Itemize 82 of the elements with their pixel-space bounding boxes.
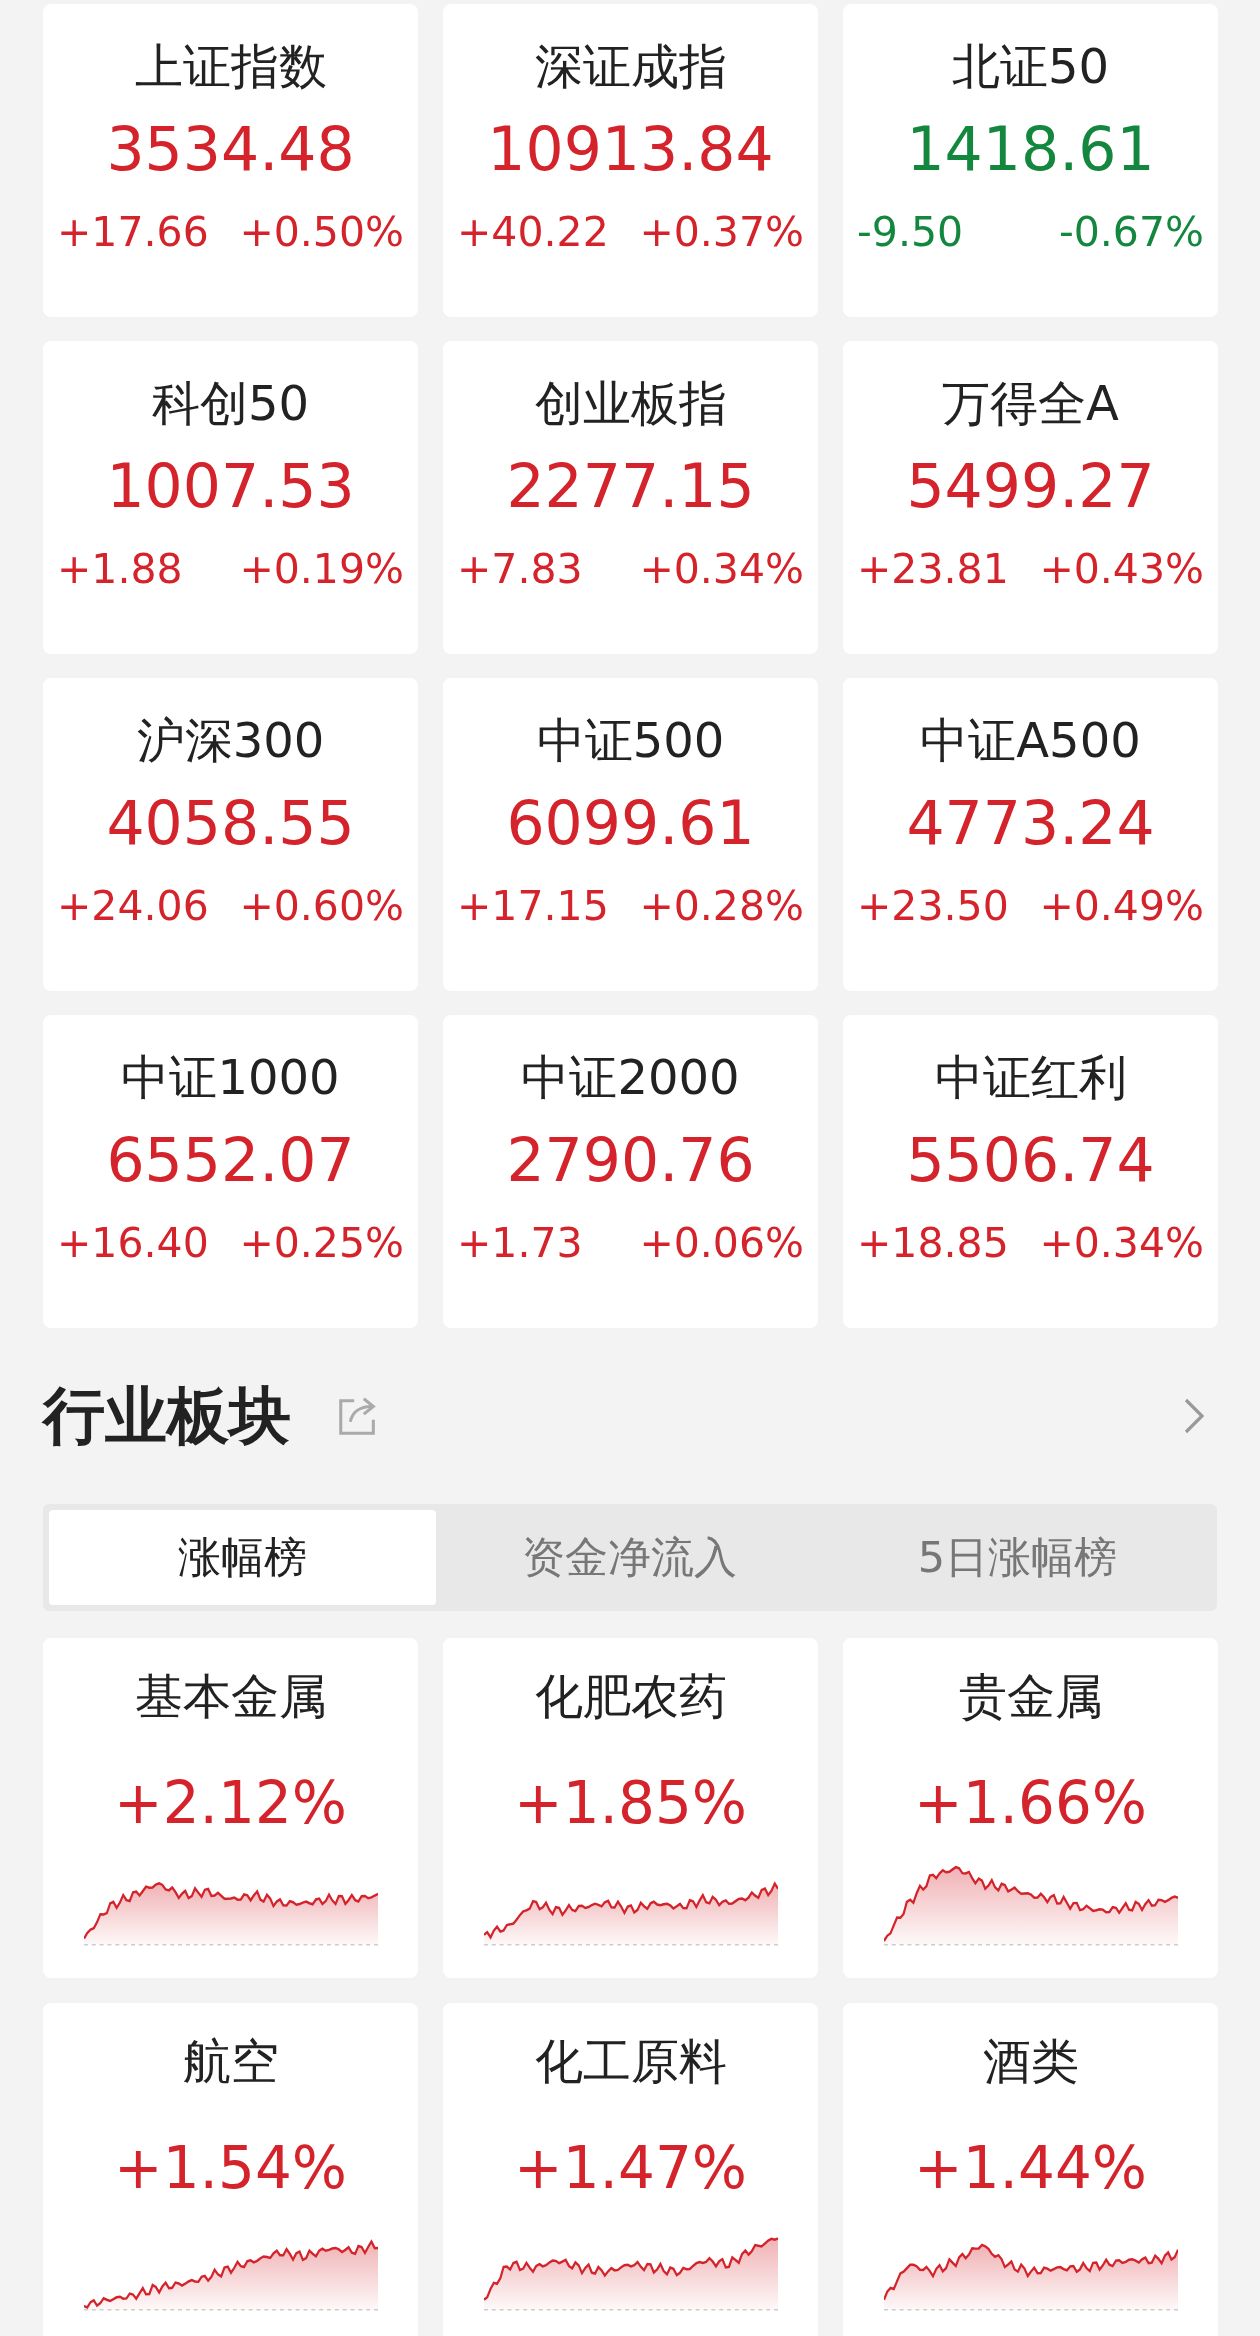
index-name: 上证指数 xyxy=(134,38,327,96)
index-card[interactable]: 中证A500 4773.24 +23.50 +0.49% xyxy=(843,678,1218,991)
index-name: 科创50 xyxy=(151,375,310,433)
index-value: 5506.74 xyxy=(906,1123,1155,1197)
index-card[interactable]: 创业板指 2277.15 +7.83 +0.34% xyxy=(443,341,818,654)
index-value: 2790.76 xyxy=(506,1123,755,1197)
change-value: +24.06 xyxy=(57,881,209,930)
index-name: 中证红利 xyxy=(934,1049,1127,1107)
index-card[interactable]: 科创50 1007.53 +1.88 +0.19% xyxy=(43,341,418,654)
index-value: 4058.55 xyxy=(106,786,355,860)
index-card[interactable]: 北证50 1418.61 -9.50 -0.67% xyxy=(843,4,1218,317)
change-percent: +0.25% xyxy=(239,1218,404,1267)
change-value: +18.85 xyxy=(857,1218,1009,1267)
index-value: 6099.61 xyxy=(506,786,755,860)
index-name: 中证A500 xyxy=(920,712,1141,770)
sector-name: 化工原料 xyxy=(534,2033,727,2091)
index-value: 5499.27 xyxy=(906,449,1155,523)
change-percent: +0.37% xyxy=(639,207,804,256)
index-value: 1418.61 xyxy=(906,112,1155,186)
sector-name: 基本金属 xyxy=(134,1668,327,1726)
index-name: 中证500 xyxy=(536,712,725,770)
change-percent: +0.50% xyxy=(239,207,404,256)
sector-card[interactable]: 贵金属 +1.66% xyxy=(843,1638,1218,1978)
sector-percent: +1.47% xyxy=(514,2132,747,2204)
sector-percent: +1.85% xyxy=(514,1767,747,1839)
index-value: 10913.84 xyxy=(487,112,774,186)
sector-name: 贵金属 xyxy=(958,1668,1103,1726)
index-card[interactable]: 中证1000 6552.07 +16.40 +0.25% xyxy=(43,1015,418,1328)
sector-percent: +1.66% xyxy=(914,1767,1147,1839)
index-value: 2277.15 xyxy=(506,449,755,523)
change-percent: +0.60% xyxy=(239,881,404,930)
sector-percent: +1.54% xyxy=(114,2132,347,2204)
tab[interactable]: 涨幅榜 xyxy=(49,1510,437,1605)
sector-card[interactable]: 酒类 +1.44% xyxy=(843,2003,1218,2336)
sector-card[interactable]: 化肥农药 +1.85% xyxy=(443,1638,818,1978)
sector-name: 化肥农药 xyxy=(534,1668,727,1726)
index-value: 4773.24 xyxy=(906,786,1155,860)
change-value: +1.73 xyxy=(457,1218,583,1267)
index-name: 中证2000 xyxy=(521,1049,740,1107)
section-title: 行业板块 xyxy=(43,1378,291,1454)
sector-percent: +1.44% xyxy=(914,2132,1147,2204)
change-percent: +0.19% xyxy=(239,544,404,593)
sector-card[interactable]: 基本金属 +2.12% xyxy=(43,1638,418,1978)
index-name: 北证50 xyxy=(951,38,1110,96)
index-value: 1007.53 xyxy=(106,449,355,523)
change-percent: +0.43% xyxy=(1039,544,1204,593)
index-name: 深证成指 xyxy=(534,38,727,96)
sector-card[interactable]: 航空 +1.54% xyxy=(43,2003,418,2336)
change-percent: -0.67% xyxy=(1058,207,1204,256)
index-card[interactable]: 上证指数 3534.48 +17.66 +0.50% xyxy=(43,4,418,317)
sector-name: 航空 xyxy=(182,2033,279,2091)
sector-card[interactable]: 化工原料 +1.47% xyxy=(443,2003,818,2336)
change-percent: +0.06% xyxy=(639,1218,804,1267)
index-card[interactable]: 中证500 6099.61 +17.15 +0.28% xyxy=(443,678,818,991)
change-value: +40.22 xyxy=(457,207,609,256)
index-card[interactable]: 中证红利 5506.74 +18.85 +0.34% xyxy=(843,1015,1218,1328)
index-value: 3534.48 xyxy=(106,112,355,186)
tab[interactable]: 资金净流入 xyxy=(436,1510,824,1605)
change-percent: +0.34% xyxy=(1039,1218,1204,1267)
index-card[interactable]: 中证2000 2790.76 +1.73 +0.06% xyxy=(443,1015,818,1328)
change-value: +17.15 xyxy=(457,881,609,930)
change-value: +7.83 xyxy=(457,544,583,593)
change-value: +23.81 xyxy=(857,544,1009,593)
index-card[interactable]: 万得全A 5499.27 +23.81 +0.43% xyxy=(843,341,1218,654)
index-name: 沪深300 xyxy=(136,712,325,770)
index-name: 万得全A xyxy=(942,375,1119,433)
change-percent: +0.49% xyxy=(1039,881,1204,930)
sector-name: 酒类 xyxy=(982,2033,1079,2091)
change-percent: +0.34% xyxy=(639,544,804,593)
sector-percent: +2.12% xyxy=(114,1767,347,1839)
change-percent: +0.28% xyxy=(639,881,804,930)
index-value: 6552.07 xyxy=(106,1123,355,1197)
index-name: 创业板指 xyxy=(534,375,727,433)
change-value: +23.50 xyxy=(857,881,1009,930)
index-name: 中证1000 xyxy=(121,1049,340,1107)
change-value: +17.66 xyxy=(57,207,209,256)
tab[interactable]: 5日涨幅榜 xyxy=(823,1510,1211,1605)
change-value: -9.50 xyxy=(857,207,964,256)
change-value: +16.40 xyxy=(57,1218,209,1267)
change-value: +1.88 xyxy=(57,544,183,593)
index-card[interactable]: 沪深300 4058.55 +24.06 +0.60% xyxy=(43,678,418,991)
index-card[interactable]: 深证成指 10913.84 +40.22 +0.37% xyxy=(443,4,818,317)
